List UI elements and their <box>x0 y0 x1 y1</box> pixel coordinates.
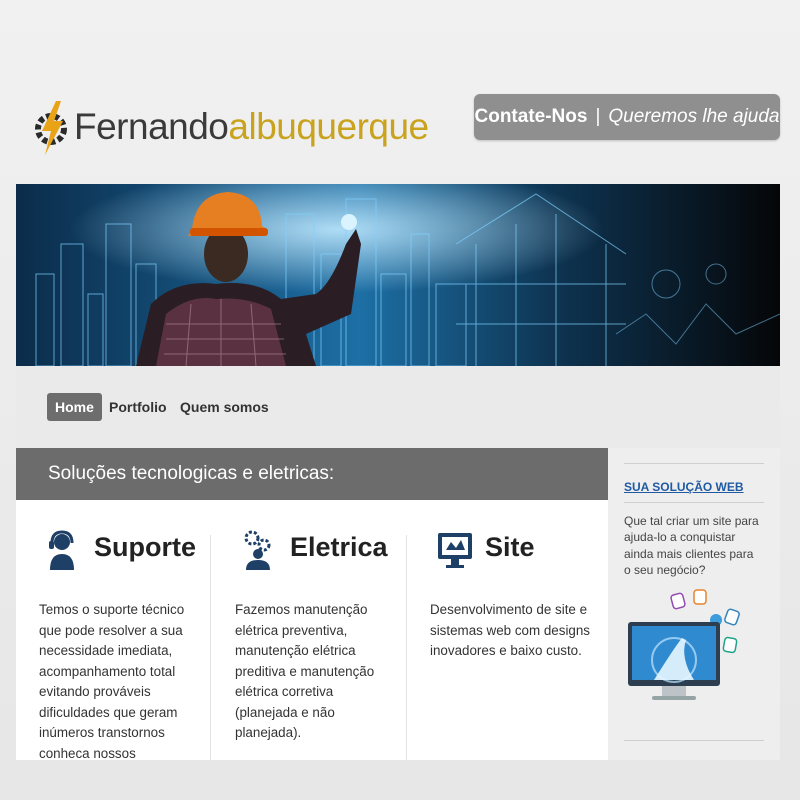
contact-tagline: Queremos lhe ajuda <box>608 106 780 127</box>
page-bottom <box>0 760 800 800</box>
column-divider <box>210 535 211 760</box>
gear-lightning-icon <box>35 101 67 155</box>
nav-item-quem-somos[interactable]: Quem somos <box>172 393 277 421</box>
sidebar-text: Que tal criar um site para ajuda-lo a co… <box>624 514 759 577</box>
contact-separator: | <box>595 106 601 127</box>
hero-banner <box>16 184 780 366</box>
gears-person-icon <box>244 530 271 570</box>
nav-item-home[interactable]: Home <box>47 393 102 421</box>
sidebar-title-link[interactable]: SUA SOLUÇÃO WEB <box>624 480 744 494</box>
column-title-site: Site <box>485 532 535 562</box>
sidebar-divider <box>624 463 764 464</box>
logo-wordmark: Fernandoalbuquerque <box>74 106 429 148</box>
hero-banner-image <box>16 184 780 366</box>
contact-label: Contate-Nos <box>474 106 588 127</box>
monitor-tools-icon <box>438 533 472 568</box>
sidebar-divider <box>624 740 764 741</box>
support-headset-icon <box>49 530 74 570</box>
column-text-site: Desenvolvimento de site e sistemas web c… <box>430 602 591 658</box>
column-text-eletrica: Fazemos manutenção elétrica preventiva, … <box>235 602 375 740</box>
contact-button[interactable]: Contate-Nos | Queremos lhe ajuda <box>474 94 780 140</box>
section-header: Soluções tecnologicas e eletricas: <box>16 448 608 500</box>
column-text-suporte: Temos o suporte técnico que pode resolve… <box>39 602 185 781</box>
sidebar-divider <box>624 502 764 503</box>
logo-part-1: Fernando <box>74 106 229 147</box>
site-logo[interactable]: Fernandoalbuquerque <box>30 92 429 162</box>
column-divider <box>406 535 407 760</box>
section-title: Soluções tecnologicas e eletricas: <box>48 463 335 484</box>
column-title-suporte: Suporte <box>94 532 197 562</box>
logo-part-2: albuquerque <box>228 106 429 147</box>
web-solution-illustration <box>628 589 740 700</box>
nav-item-portfolio[interactable]: Portfolio <box>101 393 175 421</box>
column-title-eletrica: Eletrica <box>290 532 388 562</box>
